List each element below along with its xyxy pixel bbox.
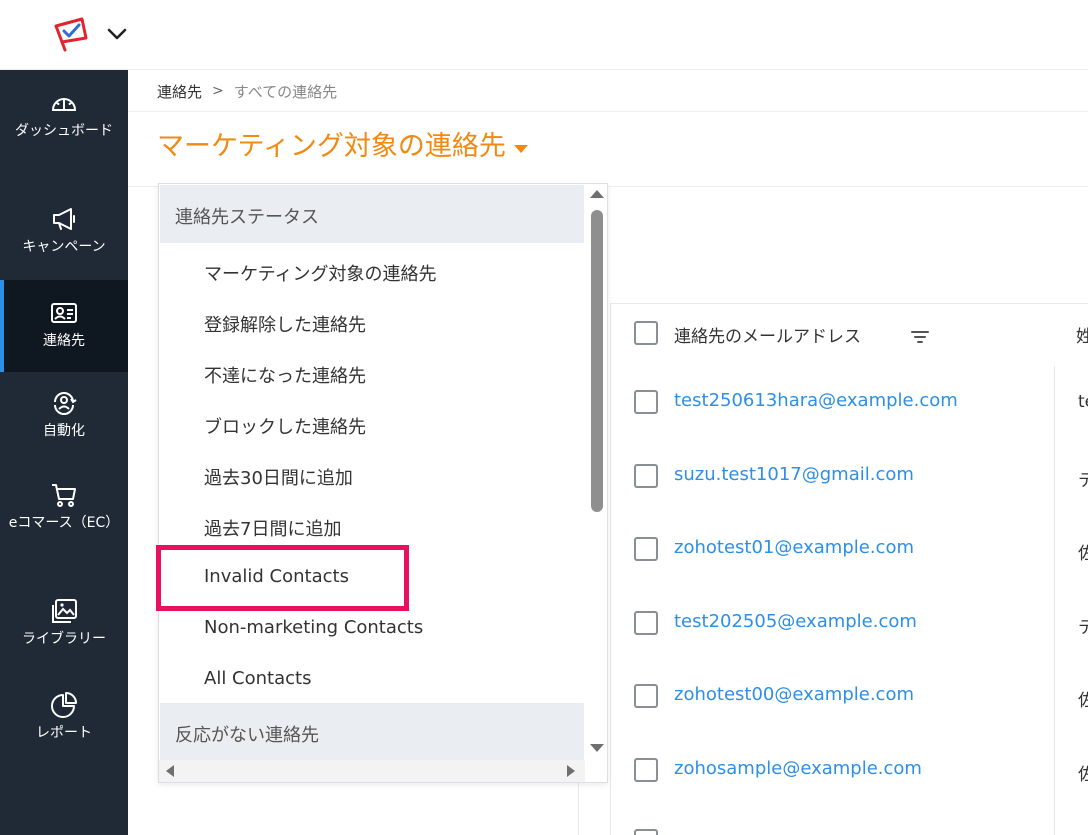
megaphone-logo-icon[interactable] bbox=[52, 16, 92, 52]
scroll-left-arrow-icon[interactable] bbox=[166, 765, 174, 777]
sidebar: ダッシュボード キャンペーン 連絡先 自動化 eコマース（EC） ライブラリー … bbox=[0, 70, 128, 835]
sidebar-item-automation[interactable]: 自動化 bbox=[0, 388, 128, 458]
row-checkbox[interactable] bbox=[634, 829, 658, 835]
dropdown-item-last-30-days[interactable]: 過去30日間に追加 bbox=[204, 464, 353, 490]
contact-email-link[interactable]: zohotest01@example.com bbox=[674, 537, 914, 558]
sidebar-item-contacts[interactable]: 連絡先 bbox=[0, 280, 128, 372]
sidebar-item-reports[interactable]: レポート bbox=[0, 690, 128, 760]
sidebar-item-dashboard[interactable]: ダッシュボード bbox=[0, 88, 128, 180]
view-selector[interactable]: マーケティング対象の連絡先 bbox=[157, 128, 528, 166]
contact-name: 佐 bbox=[1078, 765, 1088, 785]
dropdown-group-label: 連絡先ステータス bbox=[175, 207, 319, 228]
divider bbox=[128, 111, 1088, 112]
column-header-email[interactable]: 連絡先のメールアドレス bbox=[674, 322, 861, 347]
select-all-checkbox[interactable] bbox=[634, 321, 658, 345]
sidebar-item-label: ダッシュボード bbox=[15, 123, 113, 139]
image-library-icon bbox=[52, 599, 77, 623]
breadcrumb-root[interactable]: 連絡先 bbox=[157, 81, 202, 102]
dropdown-item-all-contacts[interactable]: All Contacts bbox=[204, 668, 311, 689]
contact-name: 佐 bbox=[1078, 544, 1088, 564]
page-title: マーケティング対象の連絡先 bbox=[157, 131, 506, 162]
filter-icon[interactable] bbox=[910, 326, 930, 346]
scrollbar-corner bbox=[585, 760, 607, 782]
dropdown-item-last-7-days[interactable]: 過去7日間に追加 bbox=[204, 515, 341, 541]
horizontal-scrollbar[interactable] bbox=[159, 760, 585, 782]
sidebar-item-label: レポート bbox=[36, 725, 92, 741]
dropdown-item-marketing-contacts[interactable]: マーケティング対象の連絡先 bbox=[204, 260, 437, 286]
top-bar bbox=[0, 0, 1088, 70]
megaphone-icon bbox=[53, 208, 75, 230]
scroll-down-arrow-icon[interactable] bbox=[590, 744, 604, 752]
column-header-name[interactable]: 姓 bbox=[1076, 322, 1088, 347]
dropdown-item-unsubscribed[interactable]: 登録解除した連絡先 bbox=[204, 311, 366, 337]
contact-email-link[interactable]: test250613hara@example.com bbox=[674, 390, 958, 411]
sidebar-item-ecommerce[interactable]: eコマース（EC） bbox=[0, 480, 128, 572]
breadcrumb-current: すべての連絡先 bbox=[233, 82, 338, 101]
dropdown-item-blocked[interactable]: ブロックした連絡先 bbox=[204, 413, 366, 439]
automation-icon bbox=[54, 392, 77, 415]
contact-name: テ bbox=[1078, 471, 1088, 491]
contact-email-link[interactable]: zohotest00@example.com bbox=[674, 684, 914, 705]
pie-chart-icon bbox=[51, 692, 77, 718]
caret-down-icon bbox=[513, 145, 528, 153]
breadcrumb: 連絡先 > すべての連絡先 bbox=[157, 80, 337, 102]
contact-name: テ bbox=[1078, 618, 1088, 638]
contact-email-link[interactable]: suzu.test1017@gmail.com bbox=[674, 464, 914, 485]
contact-email-link[interactable]: zohosample@example.com bbox=[674, 758, 922, 779]
sidebar-item-label: 自動化 bbox=[43, 423, 85, 439]
chevron-down-icon[interactable] bbox=[104, 22, 130, 46]
breadcrumb-separator: > bbox=[212, 83, 224, 99]
row-checkbox[interactable] bbox=[634, 684, 658, 708]
sidebar-item-library[interactable]: ライブラリー bbox=[0, 596, 128, 666]
scroll-up-arrow-icon[interactable] bbox=[590, 190, 604, 198]
dropdown-item-non-marketing[interactable]: Non-marketing Contacts bbox=[204, 617, 423, 638]
column-divider bbox=[1054, 366, 1055, 835]
contact-email-link[interactable]: test202505@example.com bbox=[674, 611, 917, 632]
cart-icon bbox=[52, 484, 76, 507]
divider bbox=[578, 780, 579, 835]
dropdown-group-label: 反応がない連絡先 bbox=[175, 725, 319, 746]
dropdown-group-header: 連絡先ステータス bbox=[160, 185, 584, 243]
highlight-annotation bbox=[156, 545, 409, 611]
sidebar-item-campaigns[interactable]: キャンペーン bbox=[0, 204, 128, 274]
row-checkbox[interactable] bbox=[634, 758, 658, 782]
contact-name: 佐 bbox=[1078, 691, 1088, 711]
view-dropdown-menu: 連絡先ステータス マーケティング対象の連絡先 登録解除した連絡先 不達になった連… bbox=[158, 183, 608, 783]
dropdown-item-bounced[interactable]: 不達になった連絡先 bbox=[204, 362, 366, 388]
scrollbar-thumb[interactable] bbox=[591, 210, 603, 512]
gauge-icon bbox=[51, 98, 77, 111]
sidebar-item-label: キャンペーン bbox=[22, 239, 106, 255]
scroll-right-arrow-icon[interactable] bbox=[567, 765, 575, 777]
sidebar-item-label: eコマース（EC） bbox=[8, 515, 120, 531]
sidebar-item-label: ライブラリー bbox=[22, 631, 106, 647]
row-checkbox[interactable] bbox=[634, 464, 658, 488]
sidebar-item-label: 連絡先 bbox=[43, 333, 85, 349]
row-checkbox[interactable] bbox=[634, 611, 658, 635]
contact-name: te bbox=[1078, 392, 1088, 412]
dropdown-group-header: 反応がない連絡先 bbox=[160, 703, 584, 761]
contacts-table bbox=[610, 303, 1088, 835]
row-checkbox[interactable] bbox=[634, 537, 658, 561]
row-checkbox[interactable] bbox=[634, 390, 658, 414]
contact-card-icon bbox=[51, 303, 77, 323]
